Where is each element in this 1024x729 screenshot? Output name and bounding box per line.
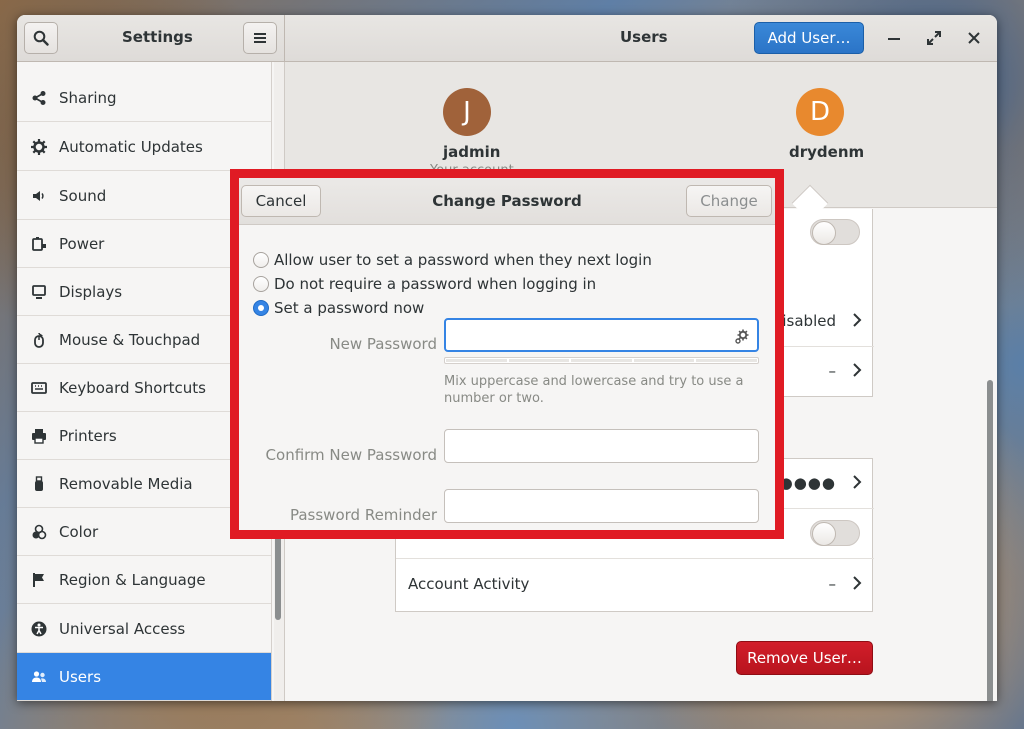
option-allow-next-login[interactable]: Allow user to set a password when they n… [253,251,652,269]
sidebar-item-label: Mouse & Touchpad [59,330,201,349]
gear-icon [31,138,47,155]
new-password-label: New Password [329,335,437,353]
sidebar-item-region-language[interactable]: Region & Language [17,556,271,604]
option-no-password[interactable]: Do not require a password when logging i… [253,275,596,293]
password-reminder-field[interactable] [444,489,759,523]
cancel-button[interactable]: Cancel [241,185,321,217]
change-button[interactable]: Change [686,185,772,217]
radio-set-password-now[interactable] [253,300,269,316]
sidebar-item-label: Removable Media [59,474,193,493]
maximize-button[interactable] [920,24,948,52]
dialog-header: Change Password Cancel Change [239,178,775,225]
display-icon [31,284,47,300]
search-button[interactable] [24,22,58,54]
users-icon [31,669,47,685]
printer-icon [31,428,47,444]
password-hint: Mix uppercase and lowercase and try to u… [444,374,744,406]
color-icon [31,524,47,540]
option-label: Do not require a password when logging i… [274,275,597,293]
minimize-icon [888,38,900,40]
password-strength-bar [444,357,759,364]
minimize-button[interactable] [880,24,908,52]
change-password-dialog: Change Password Cancel Change Allow user… [230,169,784,539]
hamburger-icon [254,33,266,43]
chevron-right-icon [853,313,862,327]
sidebar-item-label: Printers [59,426,117,445]
sidebar-item-users[interactable]: Users [17,653,271,701]
close-icon [968,32,980,44]
sidebar-item-sharing[interactable]: Sharing [17,74,271,122]
auto-login-toggle[interactable] [810,520,860,546]
radio-allow-next-login[interactable] [253,252,269,268]
new-password-field[interactable] [444,318,759,352]
sidebar-item-label: Keyboard Shortcuts [59,378,206,397]
option-label: Set a password now [274,299,425,317]
sidebar-title: Settings [122,28,193,46]
add-user-button[interactable]: Add User… [754,22,864,54]
remove-user-button[interactable]: Remove User… [736,641,873,675]
maximize-icon [927,31,941,45]
content-title: Users [620,28,668,46]
sidebar-item-label: Automatic Updates [59,137,203,156]
password-reminder-label: Password Reminder [289,506,437,524]
sidebar-item-label: Color [59,522,99,541]
sidebar-item-label: Displays [59,282,123,301]
flag-icon [31,572,47,588]
share-icon [31,90,47,106]
avatar-jadmin[interactable]: J [443,88,491,136]
accessibility-icon [31,621,47,637]
sidebar-item-label: Power [59,234,105,253]
user-name-drydenm: drydenm [789,143,865,161]
menu-button[interactable] [243,22,277,54]
sidebar-item-automatic-updates[interactable]: Automatic Updates [17,123,271,171]
speaker-icon [31,188,47,204]
account-activity-value: – [828,575,837,593]
generate-password-icon[interactable] [734,328,750,344]
account-activity-label: Account Activity [408,575,530,593]
sidebar-item-label: Users [59,667,102,686]
chevron-right-icon [853,475,862,489]
avatar-drydenm[interactable]: D [796,88,844,136]
confirm-password-field[interactable] [444,429,759,463]
chevron-right-icon [853,576,862,590]
sidebar-item-label: Sound [59,186,107,205]
mouse-icon [31,332,47,348]
usb-icon [31,475,47,492]
close-button[interactable] [960,24,988,52]
account-activity-row[interactable]: Account Activity – [396,560,874,610]
confirm-password-label: Confirm New Password [265,446,437,464]
admin-toggle[interactable] [810,219,860,245]
keyboard-icon [31,380,47,396]
option-set-password-now[interactable]: Set a password now [253,299,424,317]
sidebar-item-universal-access[interactable]: Universal Access [17,605,271,653]
sidebar-header: Settings [17,15,285,62]
option-label: Allow user to set a password when they n… [274,251,652,269]
sidebar-item-label: Sharing [59,88,117,107]
header-bar: Settings Users Add User… [17,15,997,62]
sidebar-item-label: Universal Access [59,619,186,638]
power-icon [31,236,47,252]
radio-no-password[interactable] [253,276,269,292]
fingerprint-value: – [828,362,837,380]
sidebar-item-label: Region & Language [59,570,206,589]
chevron-right-icon [853,363,862,377]
content-scrollbar-thumb[interactable] [987,380,993,701]
user-name-jadmin: jadmin [443,143,501,161]
search-icon [33,30,49,46]
